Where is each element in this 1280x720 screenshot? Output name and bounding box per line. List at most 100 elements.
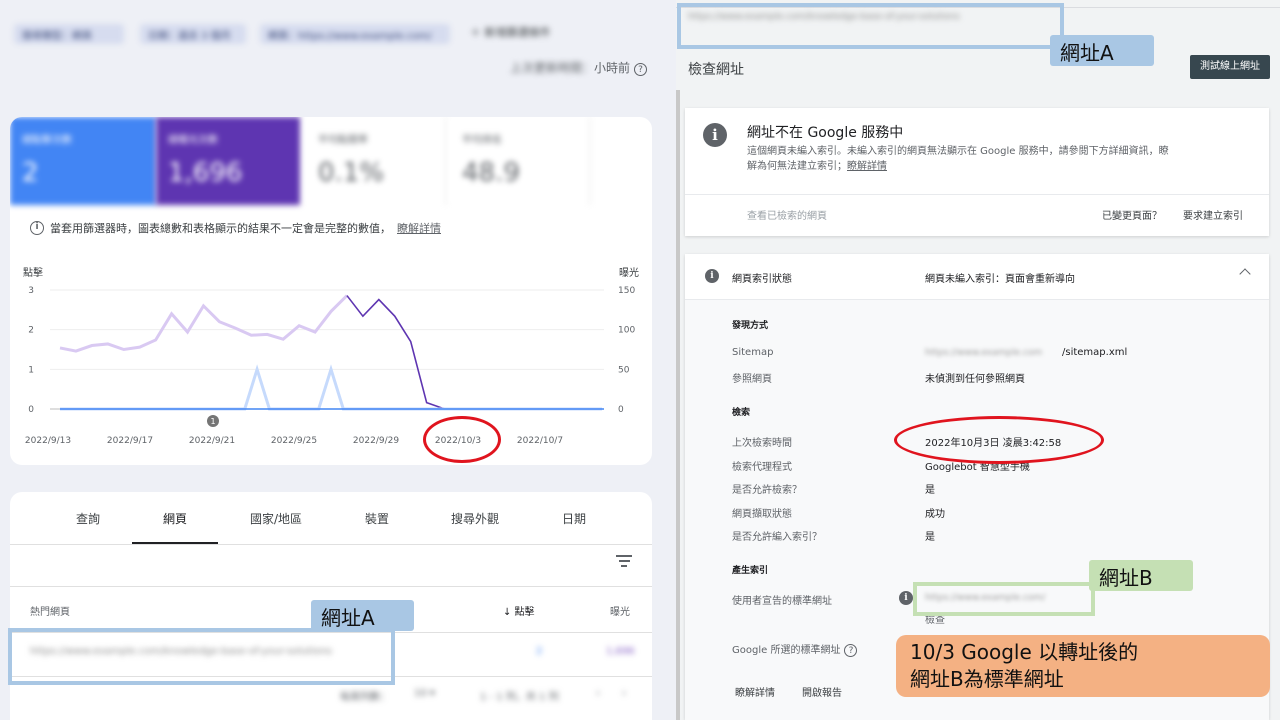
row-impressions: 1,696: [606, 646, 635, 657]
annotation-circle-crawl-time: [894, 416, 1104, 464]
row-clicks: 2: [536, 646, 543, 657]
page-indexing-header[interactable]: i 網頁索引狀態 網頁未編入索引：頁面會重新導向: [685, 254, 1269, 300]
divider: [10, 586, 652, 587]
col-header-impressions[interactable]: 曝光: [610, 603, 630, 618]
metric-value: 2: [22, 158, 39, 188]
crawl-allowed-label: 是否允許檢索？: [732, 485, 802, 496]
test-live-url-button[interactable]: 測試線上網址: [1190, 55, 1270, 79]
annotation-callout: 10/3 Google 以轉址後的 網址B為標準網址: [896, 635, 1270, 697]
x-tick-label: 2022/9/25: [271, 436, 317, 446]
chart-series: [59, 294, 604, 411]
info-icon[interactable]: i: [899, 591, 913, 605]
divider: [10, 544, 652, 545]
status-title: 網址不在 Google 服務中: [747, 125, 904, 141]
impressions-line: [346, 295, 602, 410]
help-icon[interactable]: ?: [844, 644, 858, 657]
annotation-box-url-a-bottom: [8, 628, 395, 685]
google-canonical-text: Google 所選的標準網址: [732, 645, 841, 656]
info-icon: i: [705, 269, 719, 283]
metric-label: 平均點閱率: [318, 135, 368, 146]
metric-avg-ctr[interactable]: 平均點閱率 0.1%: [306, 117, 446, 205]
impressions-line-faded: [59, 294, 348, 353]
new-filter-button[interactable]: ＋ 新增篩選條件: [470, 24, 551, 40]
tab-pages[interactable]: 網頁: [163, 510, 187, 527]
help-icon[interactable]: ?: [634, 63, 648, 76]
metric-value: 0.1%: [318, 158, 385, 188]
tab-queries[interactable]: 查詢: [76, 510, 100, 527]
status-learn-more-link[interactable]: 瞭解詳情: [847, 161, 887, 172]
divider: [685, 194, 1269, 195]
section-crawl: 檢索: [732, 408, 751, 418]
view-crawled-page-button[interactable]: 查看已檢索的網頁: [747, 207, 827, 222]
metric-label: 平均排名: [462, 135, 502, 146]
metric-label: 總曝光次數: [168, 135, 218, 146]
chart-ticks: 3 1502 1001 500 0: [28, 286, 635, 415]
metric-value: 48.9: [462, 158, 520, 188]
chevron-up-icon[interactable]: [1239, 268, 1251, 280]
annotation-circle-date: [423, 416, 501, 463]
filter-chip-search-type[interactable]: 搜尋類型：網頁: [14, 24, 124, 44]
col-header-clicks[interactable]: ↓ 點擊: [503, 603, 535, 618]
left-axis-label: 點擊: [23, 266, 43, 279]
scrollbar[interactable]: [676, 90, 680, 720]
index-status-card: i 網址不在 Google 服務中 這個網頁未編入索引。未編入索引的網頁無法顯示…: [685, 108, 1269, 236]
pager-rows-select[interactable]: 10 ▾: [414, 688, 435, 699]
tab-countries[interactable]: 國家/地區: [250, 510, 302, 527]
filter-chip-date[interactable]: 日期：過去 3 個月: [140, 24, 246, 44]
page-changed-button[interactable]: 已變更頁面？: [1102, 207, 1162, 222]
status-desc-text: 這個網頁未編入索引。未編入索引的網頁無法顯示在 Google 服務中，請參閱下方…: [747, 146, 1169, 172]
info-icon: i: [30, 221, 44, 235]
left-tick-label: 1: [28, 365, 34, 375]
last-crawl-label: 上次檢索時間: [732, 438, 792, 449]
user-canonical-label: 使用者宣告的標準網址: [732, 596, 832, 607]
google-canonical-label: Google 所選的標準網址?: [732, 641, 858, 657]
right-tick-label: 0: [618, 405, 624, 415]
filter-chip-page[interactable]: 網頁：https://www.example.com/: [260, 24, 450, 44]
sitemap-label: Sitemap: [732, 347, 774, 358]
inspect-url-title: 檢查網址: [688, 62, 744, 78]
annotation-box-url-a-top: [677, 3, 1064, 49]
annotation-label-url-a-top: 網址A: [1050, 35, 1154, 66]
pager-next-icon[interactable]: ›: [622, 688, 626, 699]
open-report-button[interactable]: 開啟報告: [802, 684, 842, 699]
pager-prev-icon[interactable]: ‹: [596, 688, 600, 699]
page-indexing-label: 網頁索引狀態: [732, 274, 792, 285]
metric-value: 1,696: [168, 158, 243, 188]
performance-chart-card: 總點擊次數 2 總曝光次數 1,696 平均點閱率 0.1% 平均排名 48.9…: [10, 117, 652, 465]
filter-rows-icon[interactable]: [616, 555, 632, 570]
metric-label: 總點擊次數: [22, 135, 72, 146]
metric-total-impressions[interactable]: 總曝光次數 1,696: [156, 117, 300, 205]
last-updated: 上次更新時間：小時前?: [510, 59, 648, 76]
x-tick-label: 2022/10/7: [517, 436, 563, 446]
metric-avg-position[interactable]: 平均排名 48.9: [450, 117, 590, 205]
left-tick-label: 2: [28, 326, 34, 336]
page-fetch-value: 成功: [925, 509, 945, 520]
crawl-allowed-value: 是: [925, 485, 935, 496]
right-tick-label: 100: [618, 326, 635, 336]
x-tick-label: 2022/9/17: [107, 436, 153, 446]
metric-total-clicks[interactable]: 總點擊次數 2: [10, 117, 156, 205]
clicks-line: [60, 364, 602, 411]
left-tick-label: 3: [28, 286, 34, 296]
learn-more-button[interactable]: 瞭解詳情: [735, 684, 775, 699]
right-tick-label: 150: [618, 286, 635, 296]
sitemap-url-blurred: https://www.example.com: [925, 348, 1043, 358]
annotation-marker[interactable]: 1: [207, 415, 219, 427]
x-tick-label: 2022/9/21: [189, 436, 235, 446]
referring-page-value: 未偵測到任何參照網頁: [925, 374, 1025, 385]
x-tick-label: 2022/9/13: [25, 436, 71, 446]
annotation-marker-label: 1: [210, 417, 215, 426]
tab-search-appearance[interactable]: 搜尋外觀: [451, 510, 499, 527]
page-fetch-label: 網頁擷取狀態: [732, 509, 792, 520]
sitemap-url-suffix[interactable]: /sitemap.xml: [1062, 347, 1127, 358]
info-icon: i: [703, 123, 727, 147]
tab-dates[interactable]: 日期: [562, 510, 586, 527]
section-discovery: 發現方式: [732, 321, 769, 331]
tab-devices[interactable]: 裝置: [365, 510, 389, 527]
right-axis-label: 曝光: [619, 266, 639, 279]
learn-more-link[interactable]: 瞭解詳情: [397, 220, 441, 236]
crawler-label: 檢索代理程式: [732, 462, 792, 473]
status-description: 這個網頁未編入索引。未編入索引的網頁無法顯示在 Google 服務中，請參閱下方…: [747, 144, 1177, 174]
request-indexing-button[interactable]: 要求建立索引: [1183, 207, 1243, 222]
annotation-box-url-b: [913, 582, 1095, 616]
